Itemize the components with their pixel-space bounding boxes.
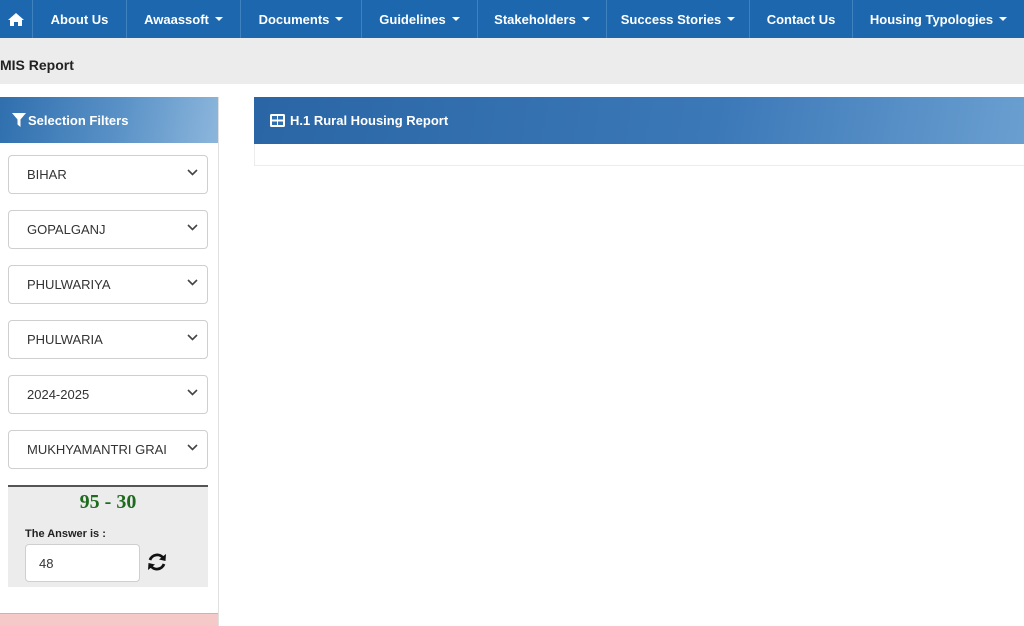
state-select[interactable]: BIHAR (8, 155, 208, 194)
selection-filters-panel: Selection Filters BIHAR GOPALGANJ PHULWA… (0, 97, 219, 626)
refresh-icon[interactable] (146, 551, 168, 573)
nav-label: About Us (50, 11, 109, 27)
caret-down-icon (581, 17, 590, 21)
nav-documents[interactable]: Documents (241, 0, 362, 38)
caret-down-icon (335, 17, 344, 21)
captcha-question: 95 - 30 (79, 491, 137, 513)
chevron-down-icon (187, 279, 198, 286)
captcha-answer-label: The Answer is : (25, 528, 106, 540)
nav-stakeholders[interactable]: Stakeholders (478, 0, 607, 38)
report-title: H.1 Rural Housing Report (290, 113, 449, 128)
chevron-down-icon (187, 224, 198, 231)
chevron-down-icon (187, 389, 198, 396)
captcha-answer-input[interactable]: 48 (25, 544, 140, 582)
select-value: PHULWARIYA (27, 277, 111, 292)
report-body (254, 144, 1024, 166)
caret-down-icon (451, 17, 460, 21)
captcha-answer-value: 48 (39, 555, 54, 571)
home-button[interactable] (0, 0, 33, 38)
nav-label: Housing Typologies (869, 11, 994, 27)
nav-success-stories[interactable]: Success Stories (607, 0, 750, 38)
select-value: MUKHYAMANTRI GRAI (27, 442, 167, 457)
nav-label: Contact Us (766, 11, 836, 27)
filters-header: Selection Filters (0, 97, 218, 143)
nav-guidelines[interactable]: Guidelines (362, 0, 478, 38)
select-value: BIHAR (27, 167, 67, 182)
caret-down-icon (214, 17, 223, 21)
village-select[interactable]: PHULWARIA (8, 320, 208, 359)
report-header: H.1 Rural Housing Report (254, 97, 1024, 144)
select-value: PHULWARIA (27, 332, 103, 347)
nav-label: Guidelines (379, 11, 446, 27)
page-title: MIS Report (0, 57, 74, 73)
chevron-down-icon (187, 334, 198, 341)
nav-contact-us[interactable]: Contact Us (750, 0, 853, 38)
chevron-down-icon (187, 169, 198, 176)
filter-icon (12, 113, 26, 127)
caret-down-icon (727, 17, 736, 21)
district-select[interactable]: GOPALGANJ (8, 210, 208, 249)
caret-down-icon (999, 17, 1008, 21)
year-select[interactable]: 2024-2025 (8, 375, 208, 414)
filters-header-label: Selection Filters (28, 112, 129, 128)
scheme-select[interactable]: MUKHYAMANTRI GRAI (8, 430, 208, 469)
select-value: GOPALGANJ (27, 222, 106, 237)
nav-label: Success Stories (620, 11, 722, 27)
nav-label: Awaassoft (144, 11, 209, 27)
nav-awaassoft[interactable]: Awaassoft (127, 0, 241, 38)
nav-housing-typologies[interactable]: Housing Typologies (853, 0, 1024, 38)
table-icon (270, 114, 285, 127)
captcha-panel: 95 - 30 The Answer is : 48 (8, 485, 208, 587)
home-icon (8, 12, 24, 26)
alert-strip (0, 613, 218, 626)
nav-label: Stakeholders (494, 11, 576, 27)
nav-about-us[interactable]: About Us (33, 0, 127, 38)
select-value: 2024-2025 (27, 387, 90, 402)
breadcrumb-bar (0, 38, 1024, 84)
nav-label: Documents (258, 11, 330, 27)
top-navigation: About Us Awaassoft Documents Guidelines … (0, 0, 1024, 38)
chevron-down-icon (187, 444, 198, 451)
block-select[interactable]: PHULWARIYA (8, 265, 208, 304)
